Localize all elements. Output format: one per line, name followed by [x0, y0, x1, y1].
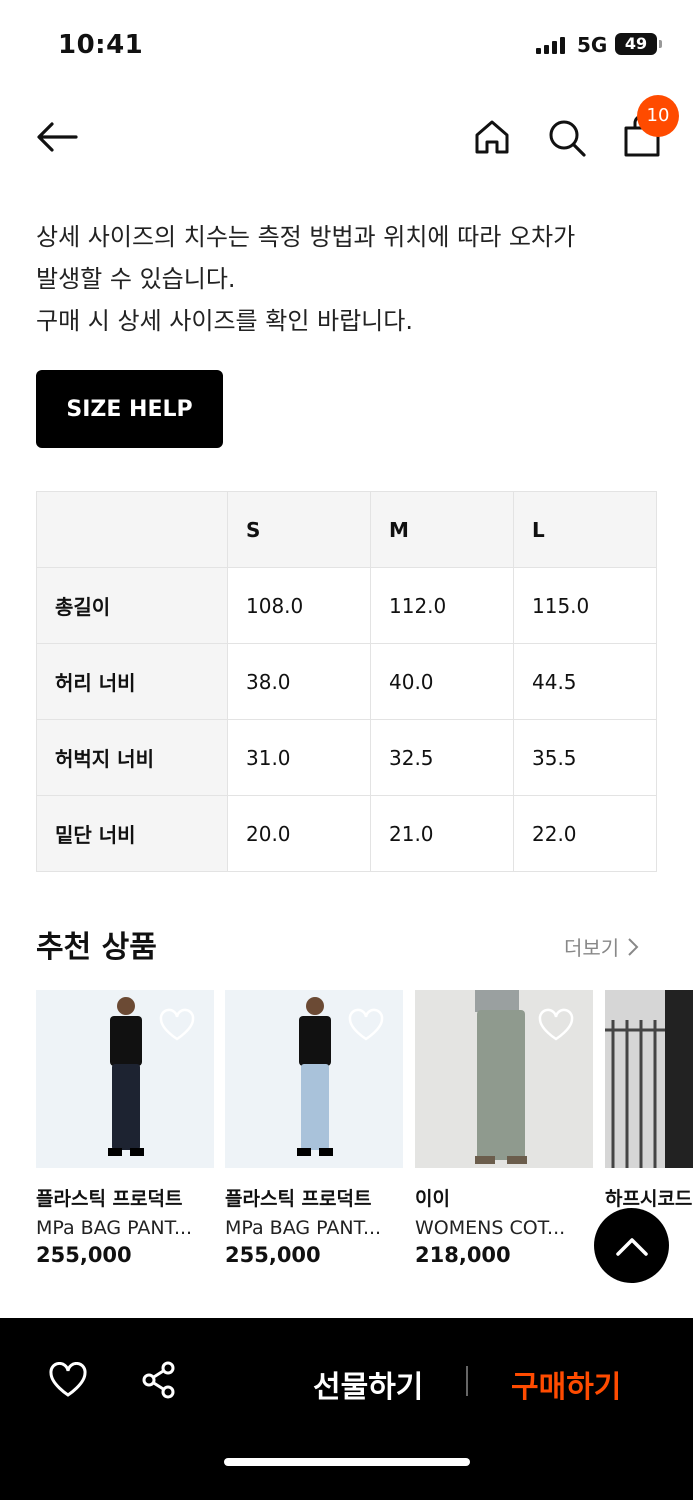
table-row: 밑단 너비 20.0 21.0 22.0 [36, 795, 657, 872]
product-name: MPa BAG PANT... [225, 1217, 382, 1239]
size-help-button[interactable]: SIZE HELP [36, 370, 223, 448]
row-label: 허벅지 너비 [36, 719, 228, 796]
top-nav [0, 95, 693, 180]
chevron-right-icon [628, 937, 639, 956]
home-indicator [224, 1458, 470, 1466]
size-header-cell: M [370, 491, 514, 568]
product-image[interactable] [225, 990, 403, 1168]
home-icon[interactable] [472, 117, 512, 157]
row-label: 총길이 [36, 567, 228, 644]
more-label: 더보기 [564, 936, 620, 960]
chevron-up-icon [615, 1237, 648, 1256]
table-cell: 32.5 [370, 719, 514, 796]
table-row: 허리 너비 38.0 40.0 44.5 [36, 643, 657, 720]
heart-icon[interactable] [537, 1008, 575, 1042]
recommended-title: 추천 상품 [36, 930, 157, 965]
table-cell: 108.0 [227, 567, 371, 644]
product-image[interactable] [605, 990, 693, 1168]
product-card[interactable]: 이이 WOMENS COT... 218,000 [415, 990, 593, 1267]
street-photo [605, 990, 693, 1168]
battery-tip [659, 40, 662, 48]
battery-icon: 49 [615, 33, 657, 55]
more-link[interactable]: 더보기 [564, 932, 639, 961]
size-table-header: S M L [36, 491, 657, 568]
notice-line: 발생할 수 있습니다. [36, 265, 236, 293]
product-brand: 플라스틱 프로덕트 [225, 1188, 372, 1210]
size-header-cell [36, 491, 228, 568]
status-time: 10:41 [58, 30, 144, 60]
cart-count-badge: 10 [637, 95, 679, 137]
heart-icon[interactable] [158, 1008, 196, 1042]
gift-button[interactable]: 선물하기 [313, 1362, 423, 1406]
row-label: 밑단 너비 [36, 795, 228, 872]
product-brand: 하프시코드 [605, 1188, 693, 1210]
heart-icon[interactable] [347, 1008, 385, 1042]
product-name: WOMENS COT... [415, 1217, 566, 1239]
product-card[interactable]: 플라스틱 프로덕트 MPa BAG PANT... 255,000 [36, 990, 214, 1267]
product-brand: 플라스틱 프로덕트 [36, 1188, 183, 1210]
scroll-to-top-button[interactable] [594, 1208, 669, 1283]
table-cell: 21.0 [370, 795, 514, 872]
size-header-cell: S [227, 491, 371, 568]
size-table: S M L 총길이 108.0 112.0 115.0 허리 너비 38.0 4… [36, 491, 657, 872]
size-header-cell: L [513, 491, 657, 568]
back-arrow-icon[interactable] [34, 119, 80, 155]
table-cell: 40.0 [370, 643, 514, 720]
table-cell: 112.0 [370, 567, 514, 644]
product-card[interactable]: 플라스틱 프로덕트 MPa BAG PANT... 255,000 [225, 990, 403, 1267]
row-label: 허리 너비 [36, 643, 228, 720]
table-cell: 22.0 [513, 795, 657, 872]
table-cell: 20.0 [227, 795, 371, 872]
signal-icon [536, 36, 565, 54]
product-price: 218,000 [415, 1243, 511, 1267]
status-bar: 10:41 5G 49 [0, 0, 693, 88]
table-row: 총길이 108.0 112.0 115.0 [36, 567, 657, 644]
notice-line: 상세 사이즈의 치수는 측정 방법과 위치에 따라 오차가 [36, 223, 576, 251]
notice-line: 구매 시 상세 사이즈를 확인 바랍니다. [36, 307, 413, 335]
product-name: MPa BAG PANT... [36, 1217, 193, 1239]
product-image[interactable] [415, 990, 593, 1168]
share-icon[interactable] [140, 1360, 178, 1400]
size-notice: 상세 사이즈의 치수는 측정 방법과 위치에 따라 오차가 발생할 수 있습니다… [36, 216, 666, 342]
bottom-action-bar: 선물하기 구매하기 [0, 1318, 693, 1500]
buy-button[interactable]: 구매하기 [511, 1362, 621, 1406]
table-cell: 35.5 [513, 719, 657, 796]
search-icon[interactable] [546, 117, 588, 159]
heart-icon[interactable] [48, 1362, 88, 1398]
product-brand: 이이 [415, 1188, 450, 1210]
product-image[interactable] [36, 990, 214, 1168]
divider [466, 1366, 468, 1396]
table-cell: 38.0 [227, 643, 371, 720]
network-label: 5G [577, 33, 608, 57]
table-row: 허벅지 너비 31.0 32.5 35.5 [36, 719, 657, 796]
table-cell: 44.5 [513, 643, 657, 720]
table-cell: 115.0 [513, 567, 657, 644]
product-price: 255,000 [225, 1243, 321, 1267]
table-cell: 31.0 [227, 719, 371, 796]
product-price: 255,000 [36, 1243, 132, 1267]
